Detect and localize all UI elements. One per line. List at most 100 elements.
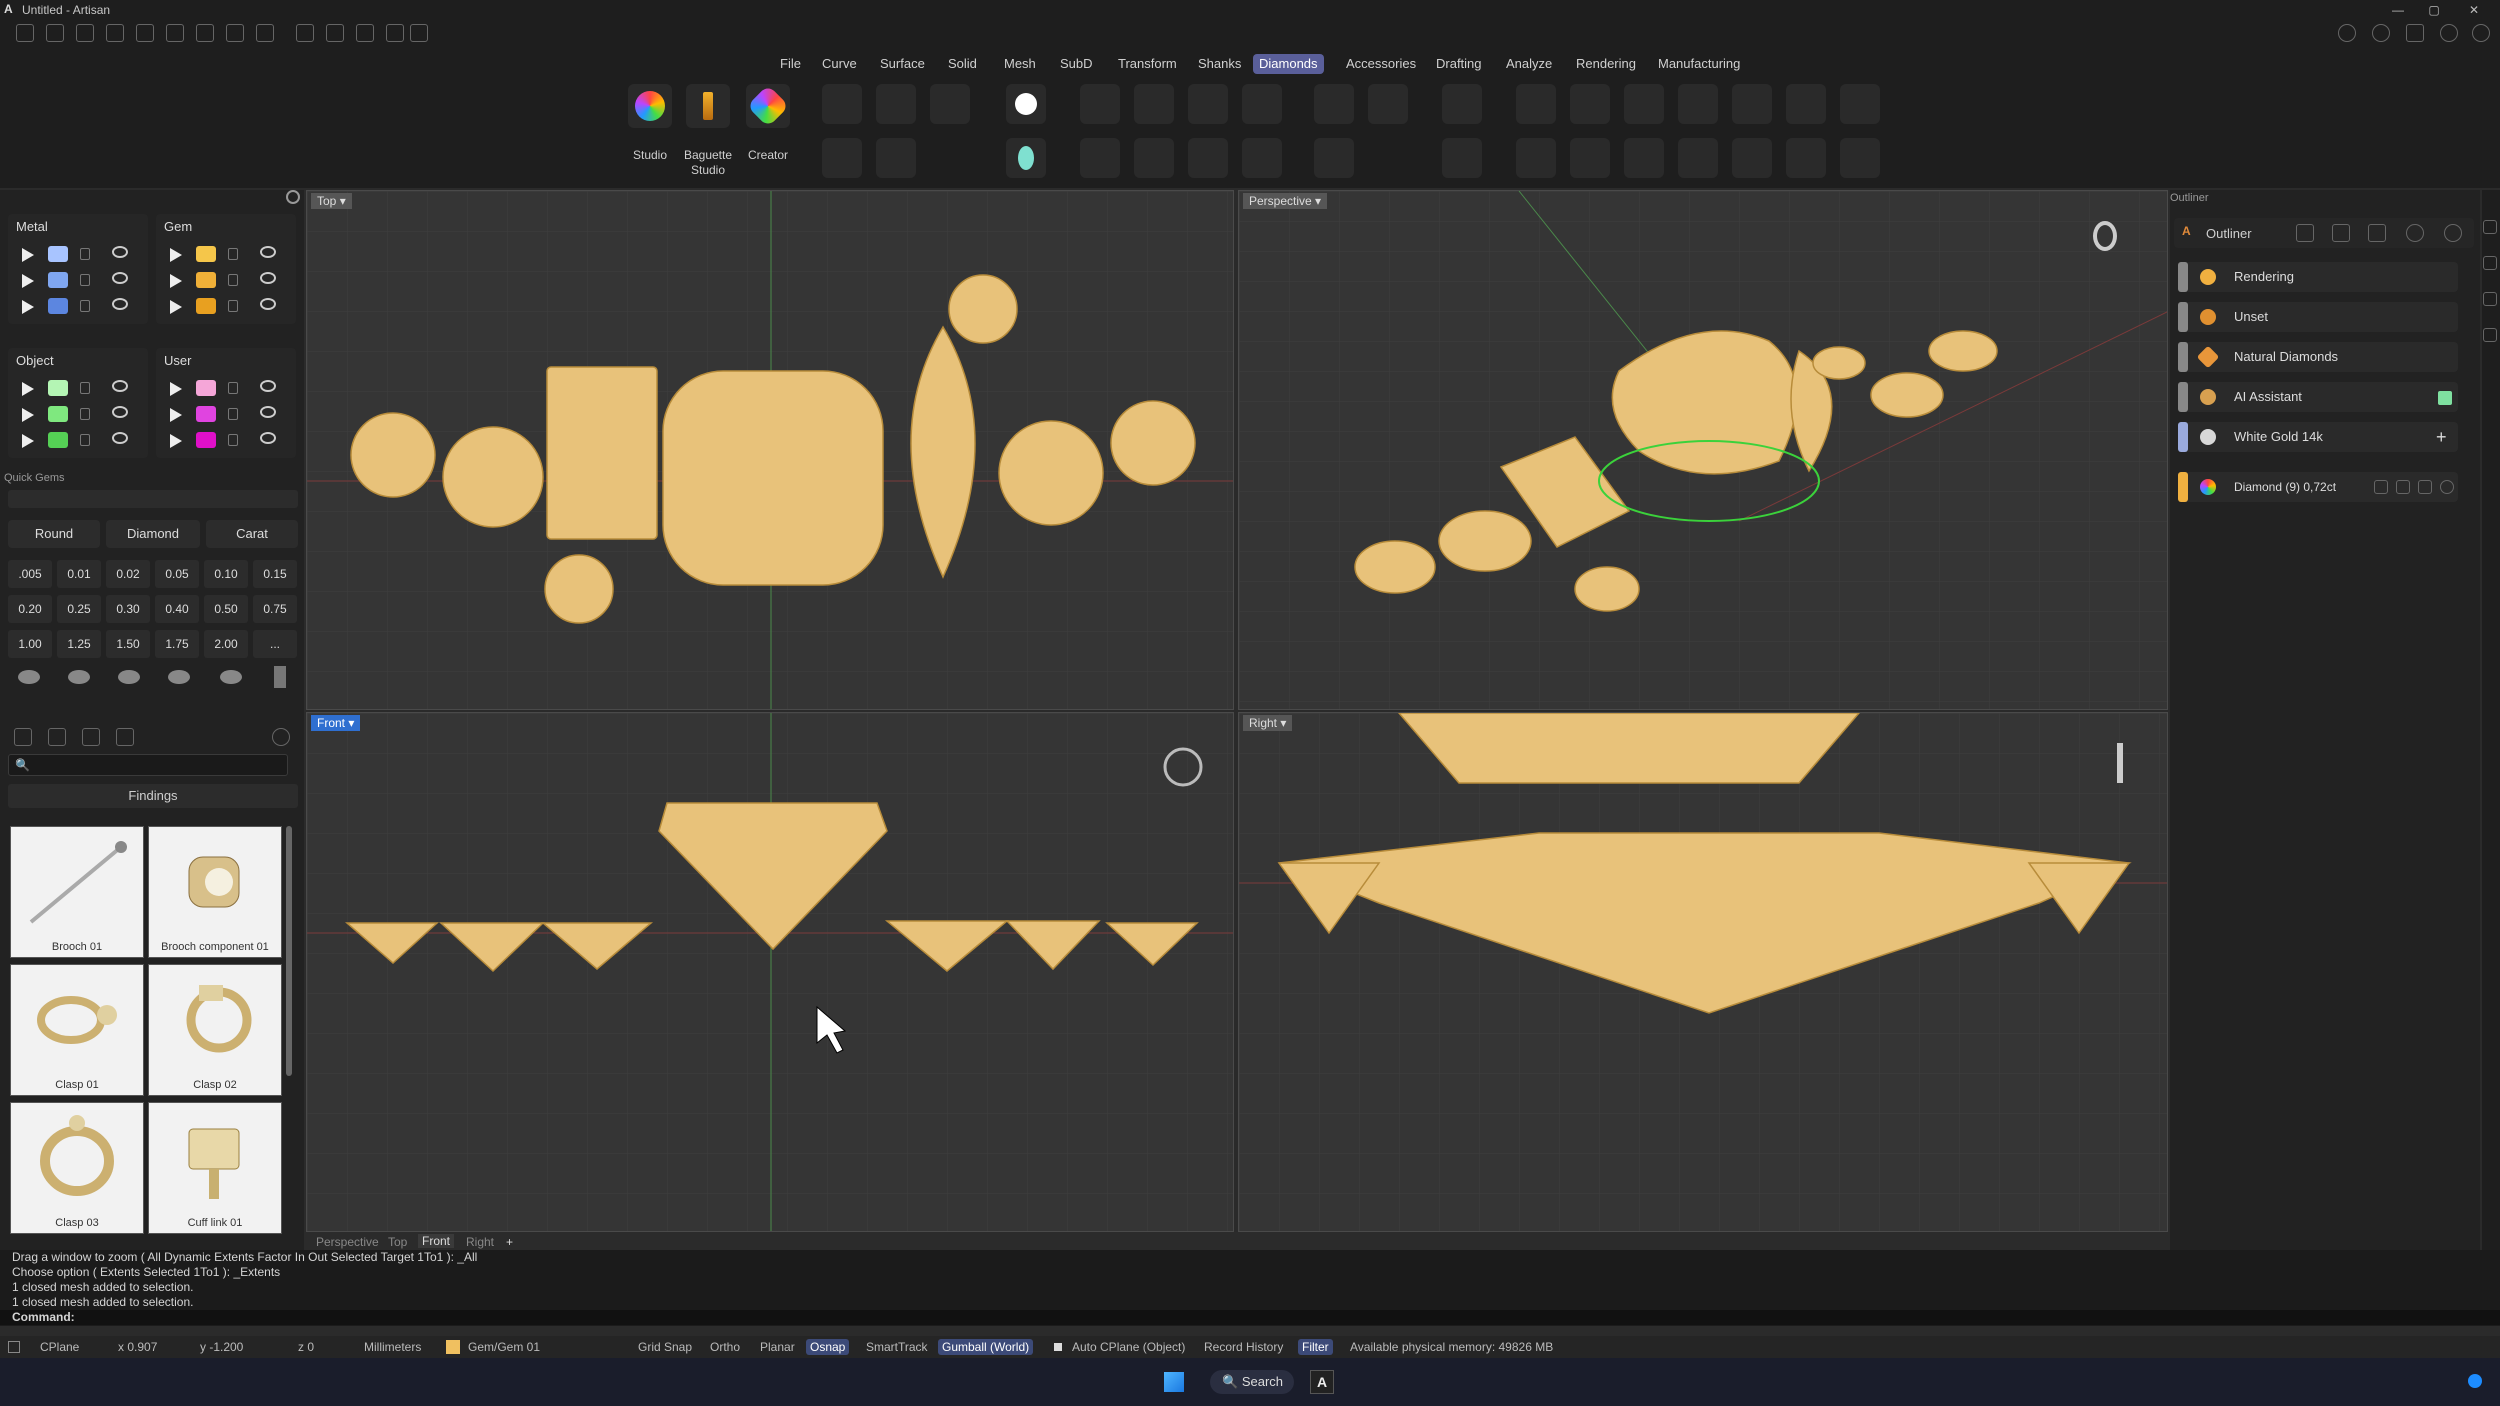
carat-value-button[interactable]: 1.00 <box>8 630 52 658</box>
carat-value-button[interactable]: 0.20 <box>8 595 52 623</box>
findings-category-dropdown[interactable]: Findings <box>8 784 298 808</box>
layer-swatch[interactable] <box>48 246 68 262</box>
carat-value-button[interactable]: 0.40 <box>155 595 199 623</box>
eye-icon[interactable] <box>112 406 128 418</box>
carat-value-button[interactable]: ... <box>253 630 297 658</box>
eye-icon[interactable] <box>260 246 276 258</box>
add-folder-icon[interactable] <box>48 728 66 746</box>
prong-shape-icon[interactable] <box>274 666 286 688</box>
gem-info-icon[interactable] <box>1516 138 1556 178</box>
outliner-row-natural-diamonds[interactable]: Natural Diamonds <box>2178 342 2458 372</box>
scale-balance-icon[interactable] <box>2332 224 2350 242</box>
maximize-icon[interactable]: ▢ <box>2416 0 2452 20</box>
perspective-viewport-tab[interactable]: Perspective ▾ <box>1243 193 1328 209</box>
layer-row[interactable] <box>8 376 138 402</box>
redo-icon[interactable] <box>166 24 184 42</box>
front-viewport[interactable]: Front ▾ <box>306 712 1234 1232</box>
layer-swatch[interactable] <box>196 406 216 422</box>
snap-icon[interactable] <box>326 24 344 42</box>
menu-diamonds[interactable]: Diamonds <box>1253 54 1324 74</box>
gem-distribute-icon[interactable] <box>1624 138 1664 178</box>
gumball-toggle[interactable]: Gumball (World) <box>938 1339 1034 1355</box>
prong-icon[interactable] <box>1442 84 1482 124</box>
folder-icon[interactable] <box>14 728 32 746</box>
gem-analysis-icon[interactable] <box>1516 84 1556 124</box>
gem-material-icon[interactable] <box>1678 138 1718 178</box>
gem-search-icon[interactable] <box>1624 84 1664 124</box>
help-icon[interactable] <box>2444 224 2462 242</box>
play-icon[interactable] <box>22 408 34 422</box>
gem-facet-icon[interactable] <box>1840 84 1880 124</box>
gem-shape-icon[interactable] <box>18 670 40 684</box>
carat-value-button[interactable]: 0.10 <box>204 560 248 588</box>
menu-solid[interactable]: Solid <box>942 54 983 74</box>
layer-row[interactable] <box>8 402 138 428</box>
gem-array-icon[interactable] <box>930 84 970 124</box>
panel-toggle-icon[interactable] <box>8 1341 20 1353</box>
tab-perspective[interactable]: Perspective <box>316 1235 379 1249</box>
eye-icon[interactable] <box>260 380 276 392</box>
cplane-status[interactable]: CPlane <box>36 1339 83 1355</box>
artisan-taskbar-icon[interactable]: A <box>1310 1370 1334 1394</box>
scale-icon[interactable] <box>356 24 374 42</box>
layer-swatch[interactable] <box>48 432 68 448</box>
diamond-material-button[interactable]: Diamond <box>106 520 200 548</box>
library-card[interactable]: Brooch component 01 <box>148 826 282 958</box>
gem-table-icon[interactable] <box>1570 84 1610 124</box>
auto-cplane-toggle[interactable]: Auto CPlane (Object) <box>1068 1339 1189 1355</box>
pick-icon[interactable] <box>2296 224 2314 242</box>
tab-right[interactable]: Right <box>466 1235 494 1249</box>
play-icon[interactable] <box>170 300 182 314</box>
cluster-setting-icon[interactable] <box>1242 84 1282 124</box>
channel-setting-icon[interactable] <box>1080 138 1120 178</box>
gear-icon[interactable] <box>286 190 300 204</box>
gem-export-icon[interactable] <box>1840 138 1880 178</box>
carat-value-button[interactable]: 0.50 <box>204 595 248 623</box>
menu-accessories[interactable]: Accessories <box>1340 54 1422 74</box>
close-icon[interactable]: ✕ <box>2456 0 2492 20</box>
layer-swatch[interactable] <box>196 380 216 396</box>
top-viewport[interactable]: Top ▾ <box>306 190 1234 710</box>
carat-value-button[interactable]: .005 <box>8 560 52 588</box>
menu-transform[interactable]: Transform <box>1112 54 1183 74</box>
gem-pair-color-icon[interactable] <box>1732 138 1772 178</box>
info-icon[interactable] <box>2372 24 2390 42</box>
undo-icon[interactable] <box>136 24 154 42</box>
lock-icon[interactable] <box>80 382 90 394</box>
menu-file[interactable]: File <box>774 54 807 74</box>
library-card[interactable]: Clasp 01 <box>10 964 144 1096</box>
osnap-toggle[interactable]: Osnap <box>806 1339 850 1355</box>
new-file-icon[interactable] <box>16 24 34 42</box>
top-viewport-tab[interactable]: Top ▾ <box>311 193 352 209</box>
eye-icon[interactable] <box>112 272 128 284</box>
minimize-icon[interactable]: — <box>2380 0 2416 20</box>
notification-icon[interactable] <box>2468 1374 2482 1388</box>
layer-swatch[interactable] <box>48 272 68 288</box>
pave-grid-icon[interactable] <box>1314 138 1354 178</box>
right-viewport-tab[interactable]: Right ▾ <box>1243 715 1293 731</box>
play-icon[interactable] <box>22 248 34 262</box>
play-icon[interactable] <box>170 248 182 262</box>
layer-swatch[interactable] <box>196 272 216 288</box>
measure-icon[interactable] <box>296 24 314 42</box>
eye-icon[interactable] <box>260 298 276 310</box>
eye-icon[interactable] <box>112 380 128 392</box>
layer-row[interactable] <box>156 242 286 268</box>
front-viewport-tab[interactable]: Front ▾ <box>311 715 361 731</box>
gem-color-icon[interactable] <box>1678 84 1718 124</box>
layer-row[interactable] <box>8 294 138 320</box>
layer-swatch[interactable] <box>196 246 216 262</box>
planar-toggle[interactable]: Planar <box>756 1339 799 1355</box>
play-icon[interactable] <box>170 382 182 396</box>
play-icon[interactable] <box>22 434 34 448</box>
question-icon[interactable] <box>2472 24 2490 42</box>
lock-icon[interactable] <box>80 300 90 312</box>
lock-icon[interactable] <box>80 274 90 286</box>
edit-icon[interactable] <box>2368 224 2386 242</box>
tab-front[interactable]: Front <box>418 1234 455 1248</box>
layer-row[interactable] <box>156 268 286 294</box>
gem-shape-icon[interactable] <box>68 670 90 684</box>
menu-rendering[interactable]: Rendering <box>1570 54 1642 74</box>
refresh-icon[interactable] <box>2406 224 2424 242</box>
align-icon[interactable] <box>386 24 404 42</box>
